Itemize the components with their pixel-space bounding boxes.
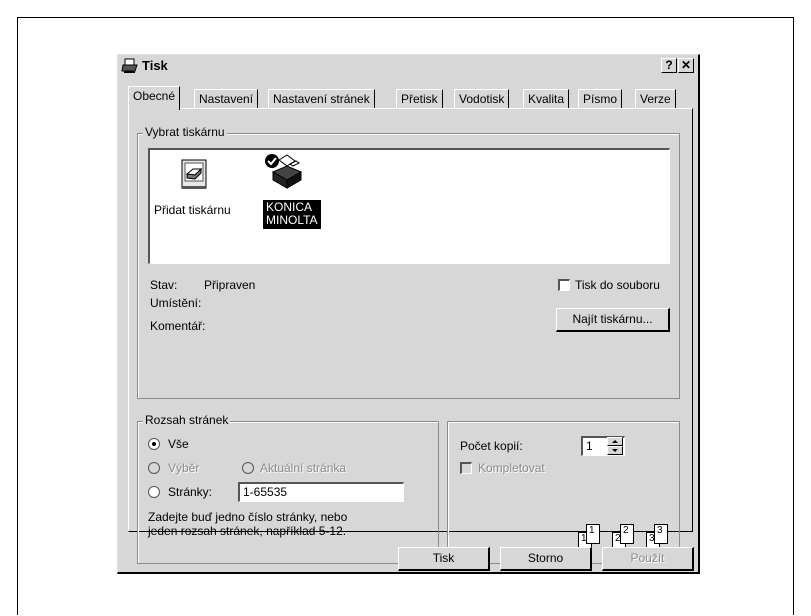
page-range-group: Rozsah stránek Vše Výběr Aktuální stránk… [137, 413, 439, 564]
printer-icon[interactable] [263, 152, 305, 192]
status-value: Připraven [204, 278, 256, 292]
tab-vodotisk[interactable]: Vodotisk [454, 89, 510, 109]
tab-pismo[interactable]: Písmo [578, 89, 623, 109]
page-1-front: 1 [586, 524, 600, 544]
radio-selected-dot [152, 442, 156, 446]
radio-all[interactable] [148, 438, 160, 450]
location-label: Umístění: [150, 296, 202, 310]
dialog-title: Tisk [142, 58, 168, 73]
print-dialog: Tisk ? ✕ Obecné Nastavení Nastavení strá… [117, 54, 700, 574]
printer-list[interactable]: Přidat tiskárnu KONICA MINOLTA [148, 148, 670, 264]
radio-all-label[interactable]: Vše [168, 437, 189, 451]
spin-down-button[interactable] [607, 446, 623, 455]
radio-selection-label[interactable]: Výběr [168, 461, 199, 475]
range-hint-line2: jeden rozsah stránek, například 5-12. [148, 524, 347, 538]
konica-minolta-label[interactable]: KONICA MINOLTA [263, 200, 321, 229]
print-to-file-checkbox[interactable] [558, 279, 570, 291]
page-3-front: 3 [654, 524, 668, 544]
copies-group: Počet kopií: 1 Kompletovat 1 1 2 2 3 3 [447, 421, 680, 564]
copies-label: Počet kopií: [460, 439, 523, 453]
status-label: Stav: [150, 278, 178, 292]
print-to-file-label[interactable]: Tisk do souboru [575, 278, 660, 292]
radio-selection[interactable] [148, 462, 160, 474]
range-hint-line1: Zadejte buď jedno číslo stránky, nebo [148, 510, 348, 524]
tab-nastaveni-stranek[interactable]: Nastavení stránek [268, 89, 375, 109]
copies-spinner[interactable] [607, 437, 623, 455]
radio-current-page[interactable] [242, 462, 254, 474]
print-button[interactable]: Tisk [398, 547, 490, 571]
printer-title-icon [121, 58, 138, 73]
title-bar: Tisk ? ✕ [120, 57, 696, 76]
tab-panel-obecne: Vybrat tiskárnu Přidat tiskárnu KONICA M… [128, 108, 693, 564]
apply-button[interactable]: Použít [602, 547, 694, 571]
cancel-button[interactable]: Storno [500, 547, 592, 571]
page-2-front: 2 [620, 524, 634, 544]
tab-obecne[interactable]: Obecné [128, 86, 181, 110]
printer-name-line2: MINOLTA [266, 213, 318, 227]
collate-checkbox[interactable] [460, 462, 472, 474]
add-printer-label[interactable]: Přidat tiskárnu [154, 203, 231, 217]
select-printer-group: Vybrat tiskárnu Přidat tiskárnu KONICA M… [137, 125, 680, 399]
arrow-down-icon [612, 449, 618, 452]
radio-pages-label[interactable]: Stránky: [168, 485, 212, 499]
spin-up-button[interactable] [607, 437, 623, 446]
add-printer-icon[interactable] [178, 158, 212, 192]
find-printer-button[interactable]: Najít tiskárnu... [556, 308, 670, 332]
page-range-legend: Rozsah stránek [143, 413, 231, 427]
radio-pages[interactable] [148, 486, 160, 498]
tab-kvalita[interactable]: Kvalita [523, 89, 570, 109]
pages-range-input[interactable]: 1-65535 [238, 482, 404, 502]
select-printer-legend: Vybrat tiskárnu [143, 125, 227, 139]
comment-label: Komentář: [150, 319, 206, 333]
arrow-up-icon [612, 440, 618, 443]
tab-nastaveni[interactable]: Nastavení [194, 89, 259, 109]
help-button[interactable]: ? [661, 58, 677, 73]
radio-current-page-label[interactable]: Aktuální stránka [260, 461, 346, 475]
collate-label[interactable]: Kompletovat [478, 461, 545, 475]
tab-verze[interactable]: Verze [635, 89, 676, 109]
close-button[interactable]: ✕ [678, 58, 694, 73]
tab-pretisk[interactable]: Přetisk [396, 89, 443, 109]
